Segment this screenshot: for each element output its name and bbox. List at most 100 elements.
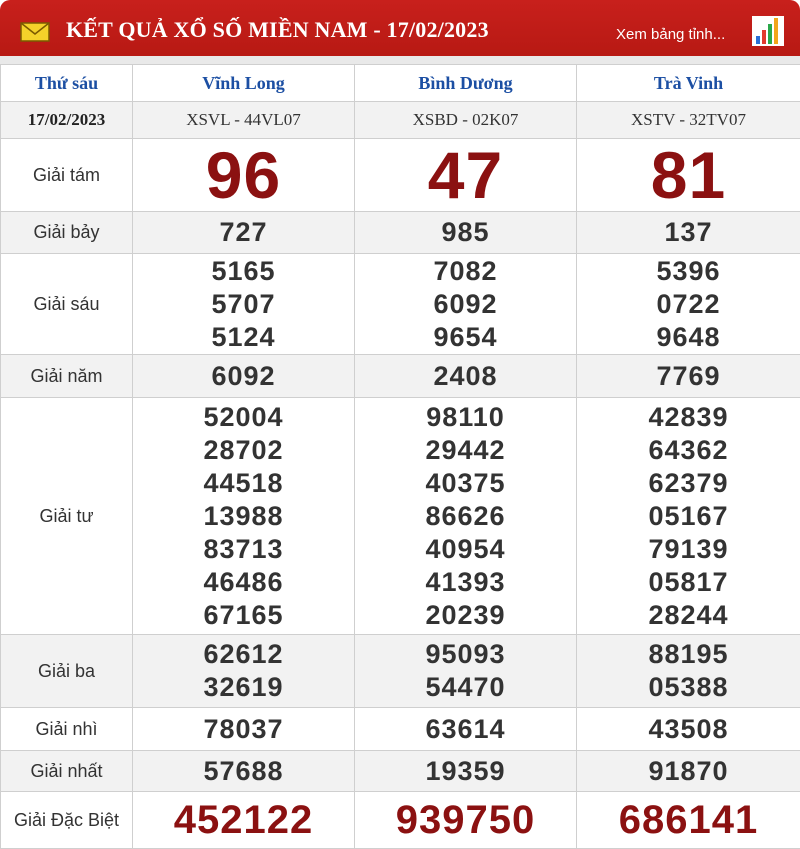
prize-row: Giải tư520042870244518139888371346486671… (1, 398, 800, 635)
prize-number: 83713 (133, 533, 354, 566)
prize-number: 64362 (577, 434, 800, 467)
prize-number: 42839 (577, 401, 800, 434)
prize-number: 44518 (133, 467, 354, 500)
page-title: KẾT QUẢ XỔ SỐ MIỀN NAM - 17/02/2023 (66, 17, 489, 43)
prize-cell: 19359 (355, 751, 577, 792)
prize-number: 86626 (355, 500, 576, 533)
province-vinh-long[interactable]: Vĩnh Long (133, 65, 355, 102)
prize-number: 47 (355, 140, 576, 210)
prize-number: 6092 (355, 288, 576, 321)
bar-chart-icon[interactable] (752, 16, 784, 46)
results-widget: KẾT QUẢ XỔ SỐ MIỀN NAM - 17/02/2023 Xem … (0, 0, 800, 841)
prize-number: 28702 (133, 434, 354, 467)
prize-label: Giải nhất (1, 751, 133, 792)
prize-number: 9654 (355, 321, 576, 354)
prize-cell: 6261232619 (133, 635, 355, 708)
prize-row: Giải nhì780376361443508 (1, 708, 800, 751)
prize-number: 79139 (577, 533, 800, 566)
prize-cell: 452122 (133, 792, 355, 849)
prize-row: Giải ba626123261995093544708819505388 (1, 635, 800, 708)
prize-cell: 78037 (133, 708, 355, 751)
prize-cell: 686141 (577, 792, 800, 849)
header-bar: KẾT QUẢ XỔ SỐ MIỀN NAM - 17/02/2023 Xem … (0, 0, 800, 64)
view-province-table-link[interactable]: Xem bảng tỉnh... (616, 26, 725, 43)
prize-number: 727 (133, 216, 354, 249)
prize-label: Giải bảy (1, 212, 133, 254)
prize-number: 137 (577, 216, 800, 249)
prize-cell: 91870 (577, 751, 800, 792)
prize-number: 95093 (355, 638, 576, 671)
prize-cell: 137 (577, 212, 800, 254)
prize-row: Giải nhất576881935991870 (1, 751, 800, 792)
prize-number: 54470 (355, 671, 576, 704)
prize-cell: 6092 (133, 355, 355, 398)
prize-number: 5707 (133, 288, 354, 321)
prize-number: 939750 (355, 796, 576, 844)
province-binh-duong[interactable]: Bình Dương (355, 65, 577, 102)
prize-number: 7082 (355, 255, 576, 288)
prize-number: 7769 (577, 360, 800, 393)
prize-cell: 63614 (355, 708, 577, 751)
prize-cell: 8819505388 (577, 635, 800, 708)
province-header-row: Thứ sáu Vĩnh Long Bình Dương Trà Vinh (1, 65, 800, 102)
mail-icon (20, 22, 50, 42)
prize-cell: 42839643626237905167791390581728244 (577, 398, 800, 635)
prize-number: 57688 (133, 755, 354, 788)
prize-cell: 47 (355, 139, 577, 212)
prize-number: 9648 (577, 321, 800, 354)
prize-number: 40954 (355, 533, 576, 566)
prize-number: 5124 (133, 321, 354, 354)
prize-label: Giải Đặc Biệt (1, 792, 133, 849)
prize-cell: 96 (133, 139, 355, 212)
prize-cell: 57688 (133, 751, 355, 792)
province-tra-vinh[interactable]: Trà Vinh (577, 65, 800, 102)
prize-number: 98110 (355, 401, 576, 434)
prize-cell: 7769 (577, 355, 800, 398)
weekday-label: Thứ sáu (1, 65, 133, 102)
prize-number: 5165 (133, 255, 354, 288)
prize-number: 63614 (355, 713, 576, 746)
results-table: Thứ sáu Vĩnh Long Bình Dương Trà Vinh 17… (0, 64, 800, 849)
prize-number: 19359 (355, 755, 576, 788)
prize-number: 62612 (133, 638, 354, 671)
prize-cell: 708260929654 (355, 254, 577, 355)
prize-cell: 939750 (355, 792, 577, 849)
prize-number: 452122 (133, 796, 354, 844)
prize-cell: 98110294424037586626409544139320239 (355, 398, 577, 635)
prize-row: Giải sáu51655707512470826092965453960722… (1, 254, 800, 355)
prize-number: 6092 (133, 360, 354, 393)
prize-number: 62379 (577, 467, 800, 500)
prize-number: 985 (355, 216, 576, 249)
draw-date: 17/02/2023 (1, 102, 133, 139)
prize-label: Giải tư (1, 398, 133, 635)
prize-number: 46486 (133, 566, 354, 599)
prize-number: 20239 (355, 599, 576, 632)
prize-number: 91870 (577, 755, 800, 788)
prize-number: 0722 (577, 288, 800, 321)
prize-label: Giải nhì (1, 708, 133, 751)
prize-number: 05167 (577, 500, 800, 533)
prize-number: 81 (577, 140, 800, 210)
prize-cell: 2408 (355, 355, 577, 398)
prize-number: 2408 (355, 360, 576, 393)
prize-number: 28244 (577, 599, 800, 632)
prize-number: 686141 (577, 796, 800, 844)
prize-row: Giải tám964781 (1, 139, 800, 212)
prize-number: 88195 (577, 638, 800, 671)
prize-number: 05388 (577, 671, 800, 704)
prize-cell: 727 (133, 212, 355, 254)
draw-code: XSBD - 02K07 (355, 102, 577, 139)
prize-cell: 43508 (577, 708, 800, 751)
prize-number: 52004 (133, 401, 354, 434)
prize-label: Giải tám (1, 139, 133, 212)
prize-number: 13988 (133, 500, 354, 533)
prize-number: 29442 (355, 434, 576, 467)
prize-number: 78037 (133, 713, 354, 746)
prize-cell: 81 (577, 139, 800, 212)
prize-cell: 52004287024451813988837134648667165 (133, 398, 355, 635)
draw-code-row: 17/02/2023 XSVL - 44VL07 XSBD - 02K07 XS… (1, 102, 800, 139)
prize-number: 05817 (577, 566, 800, 599)
prize-number: 96 (133, 140, 354, 210)
prize-cell: 985 (355, 212, 577, 254)
prize-label: Giải năm (1, 355, 133, 398)
